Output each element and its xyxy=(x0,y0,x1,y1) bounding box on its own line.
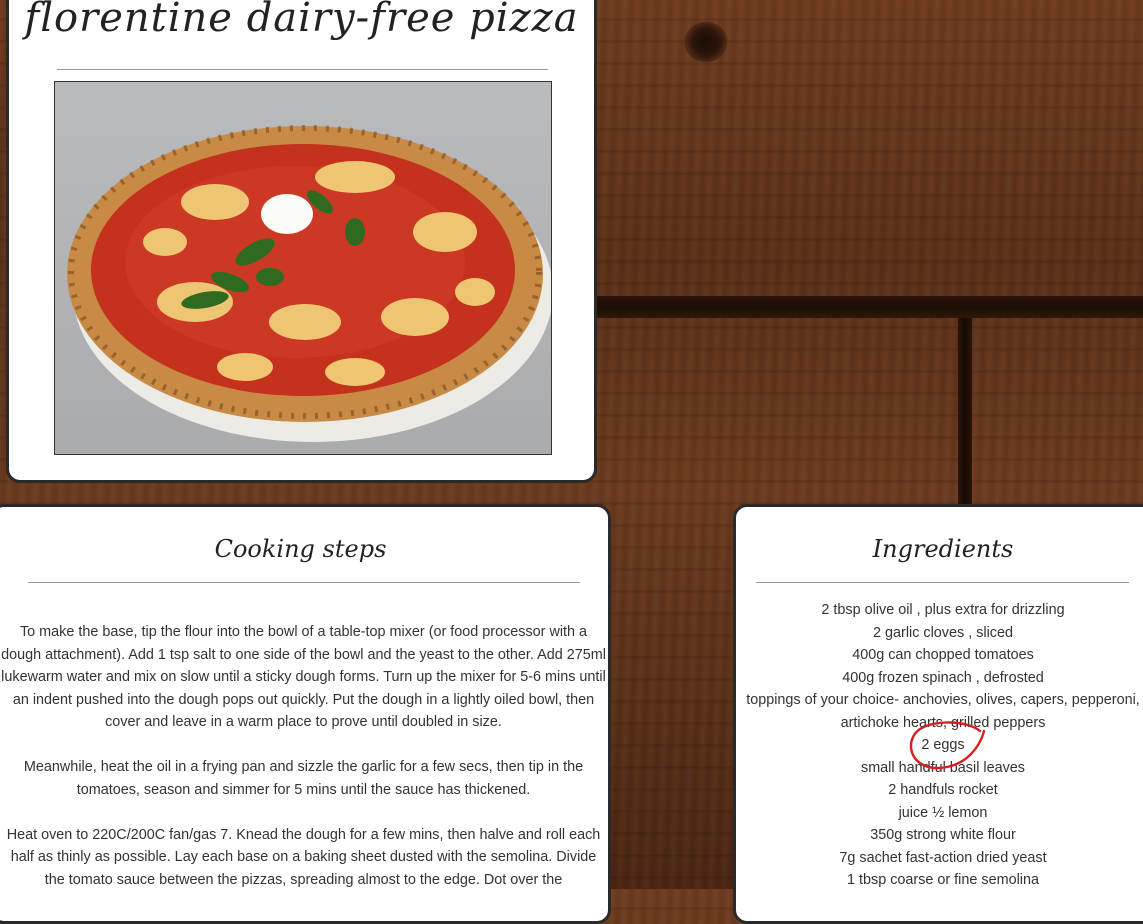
wood-plank-seam xyxy=(596,296,1143,318)
step-paragraph: Meanwhile, heat the oil in a frying pan … xyxy=(23,759,584,798)
ingredients-divider xyxy=(756,582,1129,583)
ingredient-item: 2 garlic cloves , sliced xyxy=(873,624,1013,641)
wood-plank-seam xyxy=(958,318,972,508)
ingredient-item: 2 handfuls rocket xyxy=(888,782,998,798)
ingredient-item: 2 tbsp olive oil , plus extra for drizzl… xyxy=(821,602,1065,618)
cooking-steps-card: Cooking steps To make the base, tip the … xyxy=(0,504,611,924)
recipe-title: florentine dairy-free pizza xyxy=(24,0,579,41)
pizza-photo xyxy=(54,81,552,455)
steps-divider xyxy=(28,582,580,583)
ingredient-item: 1 tbsp coarse or fine semolina xyxy=(847,872,1039,888)
recipe-title-card: florentine dairy-free pizza xyxy=(6,0,597,483)
ingredient-item: 400g can chopped tomatoes xyxy=(852,647,1034,663)
ingredient-item: 400g frozen spinach , defrosted xyxy=(842,669,1044,686)
step-paragraph: To make the base, tip the flour into the… xyxy=(1,624,606,730)
ingredients-heading: Ingredients xyxy=(872,535,1014,563)
ingredient-item: 350g strong white flour xyxy=(870,827,1016,843)
step-paragraph: Heat oven to 220C/200C fan/gas 7. Knead … xyxy=(6,826,601,888)
cooking-steps-text: To make the base, tip the flour into the… xyxy=(1,621,606,914)
ingredients-card: Ingredients 2 tbsp olive oil , plus extr… xyxy=(733,504,1143,924)
title-divider xyxy=(57,69,548,70)
wood-knot xyxy=(684,22,728,62)
cooking-steps-heading: Cooking steps xyxy=(214,535,387,563)
pizza-illustration xyxy=(67,125,551,442)
ingredient-item: juice ½ lemon xyxy=(898,804,988,821)
ingredient-item: 7g sachet fast-action dried yeast xyxy=(839,849,1047,866)
annotation-circle xyxy=(909,721,986,770)
